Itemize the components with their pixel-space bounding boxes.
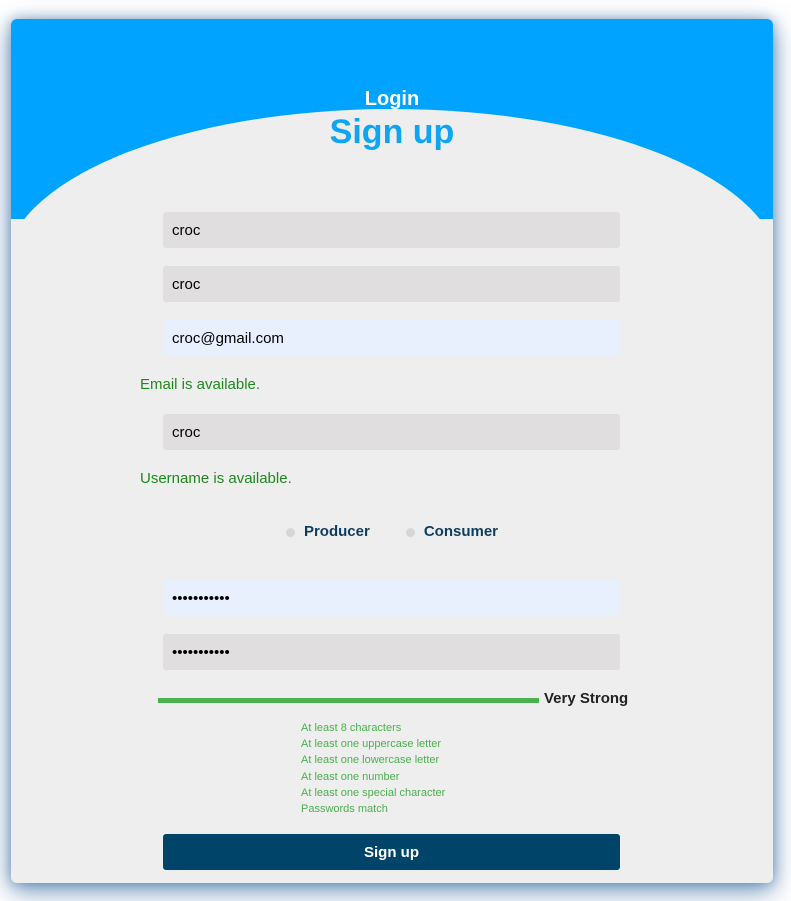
role-selector: Producer Consumer	[11, 523, 773, 540]
confirm-password-field[interactable]	[163, 634, 620, 670]
page-title: Sign up	[329, 113, 455, 151]
username-status: Username is available.	[140, 470, 292, 487]
password-strength-bar	[158, 698, 539, 703]
requirement-item: At least one uppercase letter	[301, 738, 442, 751]
requirement-item: At least one lowercase letter	[301, 754, 440, 767]
role-option-producer[interactable]: Producer	[285, 523, 370, 540]
email-status: Email is available.	[140, 376, 261, 393]
password-field[interactable]	[163, 580, 620, 616]
first-name-field[interactable]	[163, 212, 620, 248]
signup-card: Login Sign up Email is available. Userna…	[11, 19, 773, 883]
password-strength-label: Very Strong	[544, 690, 629, 707]
role-option-consumer[interactable]: Consumer	[405, 523, 499, 540]
requirement-item: At least one number	[301, 770, 400, 783]
requirement-item: At least one special character	[301, 786, 446, 799]
radio-icon[interactable]	[405, 528, 415, 537]
requirement-item: Passwords match	[301, 803, 388, 816]
login-link[interactable]: Login	[11, 88, 773, 111]
last-name-field[interactable]	[163, 266, 620, 302]
requirement-item: At least 8 characters	[301, 722, 402, 734]
signup-button[interactable]: Sign up	[163, 834, 620, 870]
role-label: Consumer	[423, 523, 499, 540]
password-strength-fill	[158, 698, 539, 703]
radio-icon[interactable]	[285, 528, 295, 537]
username-field[interactable]	[163, 414, 620, 450]
role-label: Producer	[303, 523, 370, 540]
email-field[interactable]	[163, 320, 620, 356]
password-requirements: At least 8 characters At least one upperc…	[301, 720, 445, 817]
